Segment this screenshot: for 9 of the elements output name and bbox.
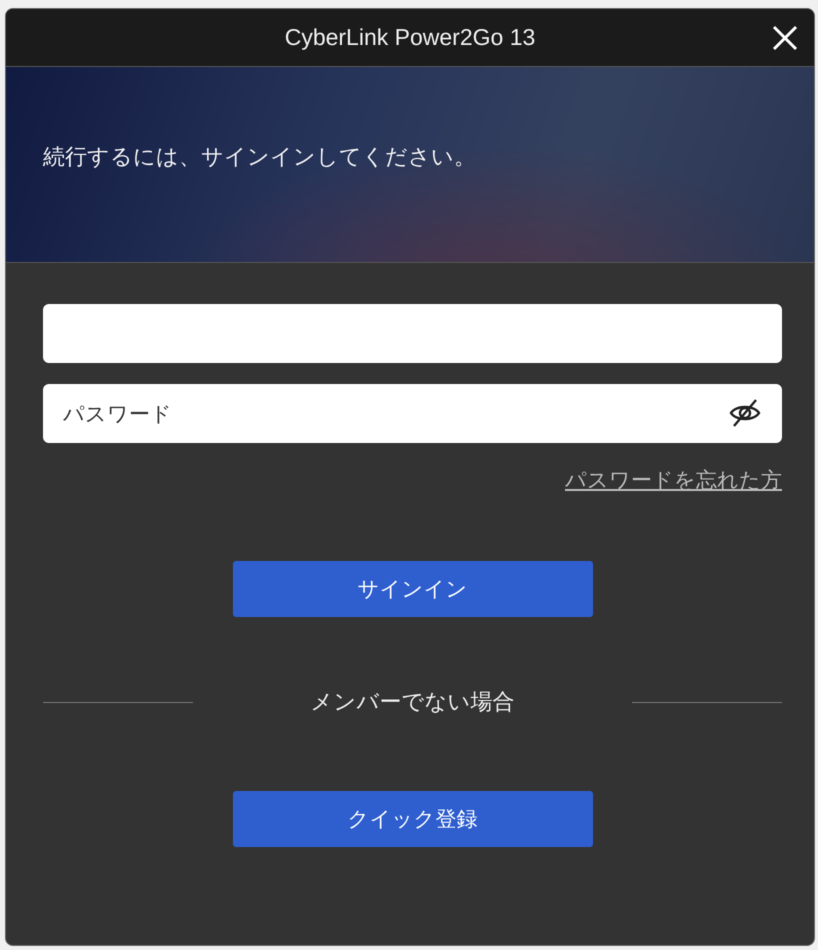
register-button[interactable]: クイック登録 (232, 791, 592, 847)
divider-text: メンバーでない場合 (310, 689, 516, 717)
email-field[interactable] (43, 304, 782, 363)
banner-message: 続行するには、サインインしてください。 (43, 144, 476, 172)
forgot-password-link[interactable]: パスワードを忘れた方 (565, 466, 782, 494)
sign-in-button[interactable]: サインイン (232, 561, 592, 617)
password-field[interactable]: パスワード (43, 384, 782, 443)
window-title: CyberLink Power2Go 13 (284, 24, 536, 51)
close-icon[interactable] (770, 23, 800, 53)
